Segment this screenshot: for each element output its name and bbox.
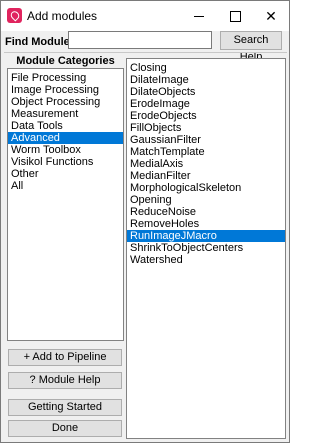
close-button[interactable]: ✕ (253, 1, 289, 31)
category-item[interactable]: Data Tools (8, 120, 123, 132)
close-icon: ✕ (265, 8, 277, 24)
category-item[interactable]: Worm Toolbox (8, 144, 123, 156)
module-item[interactable]: ErodeImage (127, 98, 285, 110)
maximize-button[interactable] (217, 1, 253, 31)
module-item[interactable]: RemoveHoles (127, 218, 285, 230)
category-item[interactable]: Image Processing (8, 84, 123, 96)
window-title: Add modules (27, 9, 98, 23)
module-item[interactable]: RunImageJMacro (127, 230, 285, 242)
divider (4, 52, 287, 53)
module-item[interactable]: Opening (127, 194, 285, 206)
category-item[interactable]: Advanced (8, 132, 123, 144)
add-modules-window: Add modules ✕ Find Modules: Search Help … (0, 0, 290, 443)
category-item[interactable]: All (8, 180, 123, 192)
module-item[interactable]: MedialAxis (127, 158, 285, 170)
module-help-button[interactable]: ? Module Help (8, 372, 122, 389)
module-item[interactable]: DilateObjects (127, 86, 285, 98)
module-categories-heading: Module Categories (16, 55, 115, 67)
module-item[interactable]: MorphologicalSkeleton (127, 182, 285, 194)
module-item[interactable]: ErodeObjects (127, 110, 285, 122)
module-item[interactable]: ShrinkToObjectCenters (127, 242, 285, 254)
modules-list[interactable]: Closing DilateImage DilateObjects ErodeImag… (126, 58, 286, 439)
find-modules-input[interactable] (68, 31, 212, 49)
minimize-icon (194, 16, 204, 17)
done-button[interactable]: Done (8, 420, 122, 437)
minimize-button[interactable] (181, 1, 217, 31)
category-item[interactable]: Other (8, 168, 123, 180)
category-item[interactable]: Measurement (8, 108, 123, 120)
category-item[interactable]: Visikol Functions (8, 156, 123, 168)
module-categories-list[interactable]: File Processing Image Processing Object Pr… (7, 68, 124, 341)
module-item[interactable]: Watershed (127, 254, 285, 266)
search-help-button[interactable]: Search Help (220, 31, 282, 63)
add-to-pipeline-button[interactable]: + Add to Pipeline (8, 349, 122, 366)
getting-started-button[interactable]: Getting Started (8, 399, 122, 416)
module-item[interactable]: Closing (127, 62, 285, 74)
maximize-icon (229, 11, 241, 22)
module-item[interactable]: DilateImage (127, 74, 285, 86)
category-item[interactable]: File Processing (8, 72, 123, 84)
module-item[interactable]: GaussianFilter (127, 134, 285, 146)
title-bar[interactable]: Add modules ✕ (1, 1, 289, 31)
module-item[interactable]: MatchTemplate (127, 146, 285, 158)
module-item[interactable]: MedianFilter (127, 170, 285, 182)
category-item[interactable]: Object Processing (8, 96, 123, 108)
module-item[interactable]: FillObjects (127, 122, 285, 134)
app-icon (7, 8, 22, 23)
module-item[interactable]: ReduceNoise (127, 206, 285, 218)
